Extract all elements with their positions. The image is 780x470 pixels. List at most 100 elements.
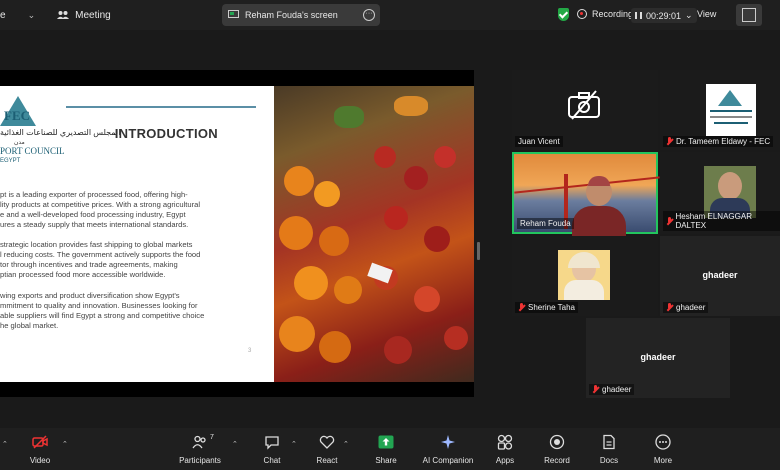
apps-button[interactable]: Apps [475, 434, 535, 465]
view-label: View [697, 9, 717, 19]
react-caret-icon[interactable]: ⌃ [343, 440, 349, 448]
chat-button[interactable]: Chat [242, 434, 302, 465]
chat-caret-icon[interactable]: ⌃ [291, 440, 297, 448]
participant-tile-active-speaker[interactable]: Reham Fouda [512, 152, 660, 236]
fec-logo-avatar [706, 84, 756, 136]
participant-name-text: ghadeer [602, 385, 632, 394]
more-icon [655, 434, 671, 450]
mic-muted-icon [666, 216, 673, 226]
speaker-scarf [588, 176, 610, 186]
slide-text-panel: FEC المجلس التصديري للصناعات الغذائية مد… [0, 86, 274, 382]
para-line: strategic location provides fast shippin… [0, 240, 193, 249]
fullscreen-icon[interactable] [736, 4, 762, 26]
chevron-down-icon[interactable]: ⌄ [28, 10, 36, 21]
participant-tile[interactable]: ghadeer ghadeer [586, 318, 730, 398]
participant-name: ghadeer [663, 302, 709, 313]
recording-label: Recording [592, 9, 634, 19]
participant-name-text: Hesham ELNAGGAR DALTEX [675, 212, 752, 230]
audio-options-caret-icon[interactable]: ⌃ [2, 440, 8, 448]
para-line: l reducing costs. The government activel… [0, 250, 201, 259]
encryption-shield-icon[interactable] [558, 8, 569, 21]
recording-indicator[interactable]: Recording [577, 9, 633, 19]
meeting-timer[interactable]: 00:29:01 ⌄ [631, 8, 697, 23]
participant-name: Reham Fouda [517, 218, 574, 229]
para-line: wing exports and product diversification… [0, 291, 180, 300]
toolbar-label: Share [375, 456, 397, 465]
participant-name-text: Reham Fouda [520, 219, 571, 228]
docs-button[interactable]: Docs [579, 434, 639, 465]
more-button[interactable]: More [633, 434, 693, 465]
shared-screen-label: Reham Fouda's screen [245, 10, 338, 20]
participant-name: ghadeer [589, 384, 635, 395]
toolbar-label: Docs [599, 456, 619, 465]
participant-tile[interactable]: Dr. Tameem Eldawy - FEC [660, 70, 780, 150]
recording-dot-icon [577, 9, 587, 19]
slide-title: INTRODUCTION [114, 126, 218, 141]
toolbar-label: Apps [495, 456, 515, 465]
participant-center-name: ghadeer [640, 352, 676, 362]
mic-muted-icon [666, 303, 673, 312]
shared-screen-tab[interactable]: Reham Fouda's screen ··· [222, 4, 380, 26]
toolbar-label: Record [544, 456, 570, 465]
heart-icon [319, 435, 335, 449]
participants-icon [57, 11, 70, 19]
react-button[interactable]: React [297, 434, 357, 465]
participant-name-text: Juan Vicent [518, 137, 560, 146]
para-line: pt is a leading exporter of processed fo… [0, 190, 188, 199]
participant-name: Dr. Tameem Eldawy - FEC [663, 136, 774, 147]
participant-count: 7 [210, 434, 214, 441]
participant-center-name: ghadeer [702, 270, 738, 280]
view-button[interactable]: View [697, 9, 716, 19]
screen-tab-more-icon[interactable]: ··· [363, 9, 375, 21]
para-line: ptian processed food more accessible wor… [0, 270, 166, 279]
participant-name: Juan Vicent [515, 136, 563, 147]
resize-handle[interactable] [477, 242, 480, 260]
mic-muted-icon [666, 137, 673, 146]
screen-share-icon [228, 10, 239, 18]
docs-icon [603, 434, 615, 450]
meeting-label: Meeting [75, 9, 111, 21]
speaker-body [572, 206, 626, 236]
slide-paragraph: wing exports and product diversification… [0, 291, 248, 331]
para-line: e and a well-developed food processing i… [0, 210, 186, 219]
participant-tile[interactable]: Juan Vicent [512, 70, 658, 150]
fruit-market-photo [274, 86, 474, 382]
participant-name: Sherine Taha [515, 302, 578, 313]
participant-name-text: Sherine Taha [528, 303, 575, 312]
share-icon [378, 435, 394, 449]
participant-tile[interactable]: Hesham ELNAGGAR DALTEX [660, 152, 780, 234]
meeting-menu[interactable]: Meeting [57, 10, 111, 21]
mic-muted-icon [592, 385, 599, 394]
video-options-caret-icon[interactable]: ⌃ [62, 440, 68, 448]
slide-paragraph: pt is a leading exporter of processed fo… [0, 190, 248, 230]
chevron-down-icon: ⌄ [685, 10, 693, 20]
camera-off-icon [568, 90, 600, 120]
presentation-slide: FEC المجلس التصديري للصناعات الغذائية مد… [0, 86, 474, 382]
participant-tile[interactable]: Sherine Taha [512, 236, 658, 316]
toolbar-label: Chat [263, 456, 281, 465]
video-button[interactable]: Video [10, 434, 70, 465]
logo-english: PORT COUNCIL [0, 146, 65, 156]
ai-companion-button[interactable]: AI Companion [418, 434, 478, 465]
mic-muted-icon [518, 303, 525, 312]
video-off-icon [32, 435, 48, 449]
para-line: he global market. [0, 321, 59, 330]
record-button[interactable]: Record [527, 434, 587, 465]
chat-icon [265, 436, 279, 450]
participant-name-text: Dr. Tameem Eldawy - FEC [676, 137, 771, 146]
partial-app-label: e [0, 9, 6, 21]
logo-abbr: FEC [4, 108, 30, 123]
participant-tile[interactable]: ghadeer ghadeer [660, 236, 780, 316]
slide-page-number: 3 [248, 348, 252, 354]
participants-button[interactable]: 7 Participants [170, 434, 230, 465]
toolbar-label: AI Companion [422, 456, 474, 465]
toolbar-label: More [653, 456, 673, 465]
ai-sparkle-icon [441, 435, 455, 449]
record-icon [549, 434, 565, 450]
participant-name-text: ghadeer [676, 303, 706, 312]
participants-caret-icon[interactable]: ⌃ [232, 440, 238, 448]
para-line: mmitment to quality and innovation. Busi… [0, 301, 198, 310]
top-bar: e ⌄ Meeting Reham Fouda's screen ··· Rec… [0, 0, 780, 30]
share-button[interactable]: Share [356, 434, 416, 465]
apps-icon [497, 434, 513, 450]
